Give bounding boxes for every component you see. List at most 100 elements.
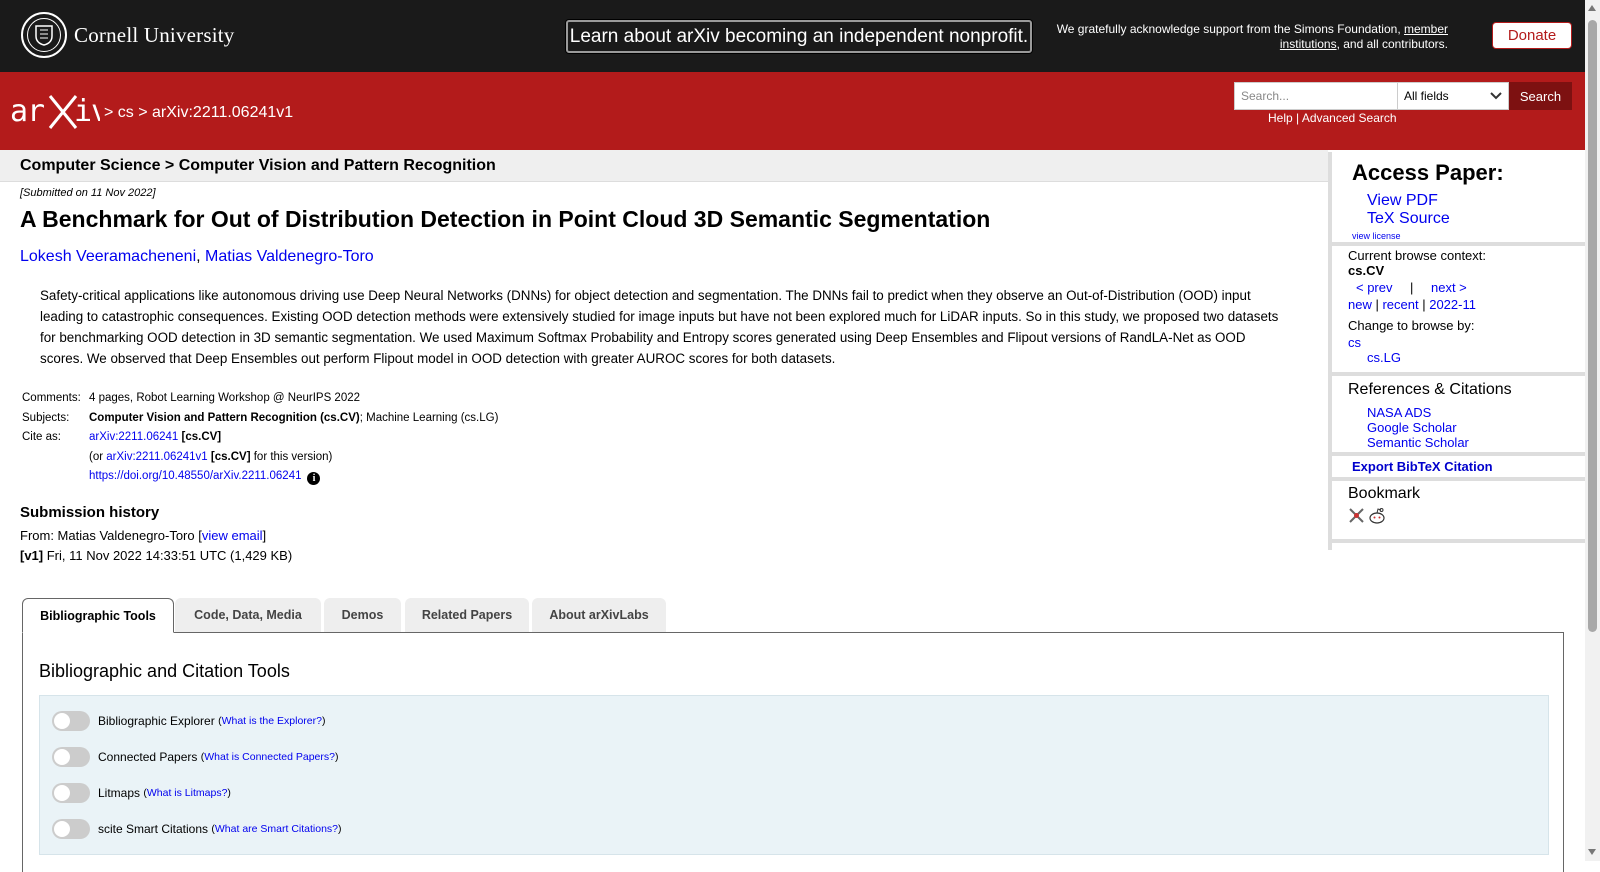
tab-related-papers[interactable]: Related Papers xyxy=(405,598,529,632)
next-link[interactable]: next > xyxy=(1431,280,1467,295)
cite-id-link[interactable]: arXiv:2211.06241 xyxy=(89,431,178,443)
search-field-value: All fields xyxy=(1404,89,1449,103)
cite-version-suffix: for this version) xyxy=(250,450,333,463)
scite-toggle[interactable] xyxy=(52,819,90,839)
nav-separator: | xyxy=(1410,280,1414,295)
tex-source-link[interactable]: TeX Source xyxy=(1367,210,1450,228)
tab-about-arxivlabs[interactable]: About arXivLabs xyxy=(532,598,666,632)
comments-value: 4 pages, Robot Learning Workshop @ NeurI… xyxy=(89,392,361,404)
arxiv-header: ar iv > cs > arXiv:2211.06241v1 Search..… xyxy=(0,72,1585,150)
tab-bibliographic-tools[interactable]: Bibliographic Tools xyxy=(22,598,174,633)
metadata-table: Comments: 4 pages, Robot Learning Worksh… xyxy=(20,392,500,490)
tool-help-link[interactable]: What is the Explorer? xyxy=(222,715,322,727)
author-link[interactable]: Lokesh Veeramacheneni xyxy=(20,248,196,265)
cite-label: Cite as: xyxy=(22,431,61,443)
tab-panel: Bibliographic and Citation Tools Bibliog… xyxy=(22,632,1564,872)
tab-code-data-media[interactable]: Code, Data, Media xyxy=(175,598,321,632)
export-bibtex-link[interactable]: Export BibTeX Citation xyxy=(1352,459,1493,474)
chevron-down-icon xyxy=(1490,92,1502,100)
top-bar: Cornell University Learn about arXiv bec… xyxy=(0,0,1585,72)
scrollbar-thumb[interactable] xyxy=(1588,20,1597,632)
author-link[interactable]: Matias Valdenegro-Toro xyxy=(205,248,374,265)
advanced-search-link[interactable]: Advanced Search xyxy=(1302,111,1397,125)
version-label[interactable]: [v1] xyxy=(20,548,43,563)
new-link[interactable]: new xyxy=(1348,297,1372,312)
breadcrumb: > cs > arXiv:2211.06241v1 xyxy=(104,104,293,122)
export-section: Export BibTeX Citation xyxy=(1332,456,1587,481)
search-button[interactable]: Search xyxy=(1509,82,1572,110)
tools-list: Bibliographic Explorer (What is the Expl… xyxy=(39,695,1549,855)
nasa-ads-link[interactable]: NASA ADS xyxy=(1367,405,1431,420)
cite-version-prefix: (or xyxy=(89,450,107,463)
right-sidebar: Access Paper: View PDF TeX Source view l… xyxy=(1328,152,1587,550)
svg-text:iv: iv xyxy=(74,94,100,129)
cite-row: Cite as: arXiv:2211.06241 [cs.CV] xyxy=(20,431,500,451)
semantic-scholar-link[interactable]: Semantic Scholar xyxy=(1367,435,1469,450)
browse-cs-link[interactable]: cs xyxy=(1348,335,1361,350)
secondary-subjects: ; Machine Learning (cs.LG) xyxy=(359,411,499,424)
search-field-select[interactable]: All fields xyxy=(1397,82,1509,110)
subjects-label: Subjects: xyxy=(22,411,70,424)
vertical-scrollbar[interactable] xyxy=(1585,0,1600,861)
scroll-down-icon[interactable] xyxy=(1588,849,1596,855)
breadcrumb-separator: > xyxy=(133,104,153,121)
pipe-separator: | xyxy=(1371,297,1383,312)
help-link[interactable]: Help xyxy=(1268,111,1293,125)
donate-button[interactable]: Donate xyxy=(1492,22,1572,49)
submitter-text: From: Matias Valdenegro-Toro [ xyxy=(20,528,202,543)
reddit-icon[interactable] xyxy=(1368,507,1386,525)
breadcrumb-paper-id: arXiv:2211.06241v1 xyxy=(152,104,294,121)
arxiv-logo[interactable]: ar iv xyxy=(10,92,109,137)
tool-row-connected-papers: Connected Papers (What is Connected Pape… xyxy=(52,746,339,768)
access-paper-section: Access Paper: View PDF TeX Source view l… xyxy=(1332,152,1587,246)
tool-help-link[interactable]: What are Smart Citations? xyxy=(215,823,338,835)
support-text: We gratefully acknowledge support from t… xyxy=(1056,22,1404,36)
tool-label: Connected Papers xyxy=(98,750,198,764)
cornell-seal-icon xyxy=(21,12,67,58)
prev-link[interactable]: < prev xyxy=(1356,280,1393,295)
connected-papers-toggle[interactable] xyxy=(52,747,90,767)
tool-help-link[interactable]: What is Litmaps? xyxy=(147,787,228,799)
browse-context-section: Current browse context: cs.CV < prev | n… xyxy=(1332,246,1587,376)
bibliographic-explorer-toggle[interactable] xyxy=(52,711,90,731)
scroll-up-icon[interactable] xyxy=(1588,5,1596,11)
view-pdf-link[interactable]: View PDF xyxy=(1367,192,1438,210)
svg-text:ar: ar xyxy=(10,94,44,129)
bibsonomy-icon[interactable] xyxy=(1348,507,1365,524)
submission-date: [Submitted on 11 Nov 2022] xyxy=(20,187,156,199)
pipe-separator: | xyxy=(1418,297,1430,312)
cite-category: [cs.CV] xyxy=(178,431,222,443)
cite-version-link[interactable]: arXiv:2211.06241v1 xyxy=(106,451,207,463)
cornell-logo[interactable]: Cornell University xyxy=(21,12,235,58)
info-icon[interactable]: i xyxy=(307,472,321,485)
nonprofit-announcement-button[interactable]: Learn about arXiv becoming an independen… xyxy=(566,20,1032,53)
tool-help-link[interactable]: What is Connected Papers? xyxy=(204,751,335,763)
subject-header: Computer Science > Computer Vision and P… xyxy=(0,150,1328,182)
search-input[interactable]: Search... xyxy=(1234,82,1397,110)
support-acknowledgement: We gratefully acknowledge support from t… xyxy=(1018,22,1448,51)
month-link[interactable]: 2022-11 xyxy=(1429,297,1476,312)
comments-label: Comments: xyxy=(22,392,81,404)
header-help-links: Help | Advanced Search xyxy=(1268,111,1397,125)
bookmark-title: Bookmark xyxy=(1348,485,1421,502)
tools-title: Bibliographic and Citation Tools xyxy=(39,661,290,681)
google-scholar-link[interactable]: Google Scholar xyxy=(1367,420,1457,435)
breadcrumb-cs-link[interactable]: cs xyxy=(118,104,134,121)
doi-value: https://doi.org/10.48550/arXiv.2211.0624… xyxy=(87,470,500,490)
author-separator: , xyxy=(196,248,206,265)
tool-row-scite: scite Smart Citations (What are Smart Ci… xyxy=(52,818,342,840)
cite-version-row: (or arXiv:2211.06241v1 [cs.CV] for this … xyxy=(20,451,500,471)
tool-row-bibliographic-explorer: Bibliographic Explorer (What is the Expl… xyxy=(52,710,325,732)
submission-from: From: Matias Valdenegro-Toro [view email… xyxy=(20,528,266,543)
tab-demos[interactable]: Demos xyxy=(324,598,401,632)
tool-label: Bibliographic Explorer xyxy=(98,714,215,728)
recent-link[interactable]: recent xyxy=(1382,297,1418,312)
access-paper-title: Access Paper: xyxy=(1352,160,1504,185)
tool-label: scite Smart Citations xyxy=(98,822,209,836)
subjects-row: Subjects: Computer Vision and Pattern Re… xyxy=(20,412,500,432)
browse-cslg-link[interactable]: cs.LG xyxy=(1367,350,1401,365)
view-license-link[interactable]: view license xyxy=(1352,231,1401,241)
litmaps-toggle[interactable] xyxy=(52,783,90,803)
view-email-link[interactable]: view email xyxy=(202,528,263,543)
doi-link[interactable]: https://doi.org/10.48550/arXiv.2211.0624… xyxy=(89,470,301,482)
